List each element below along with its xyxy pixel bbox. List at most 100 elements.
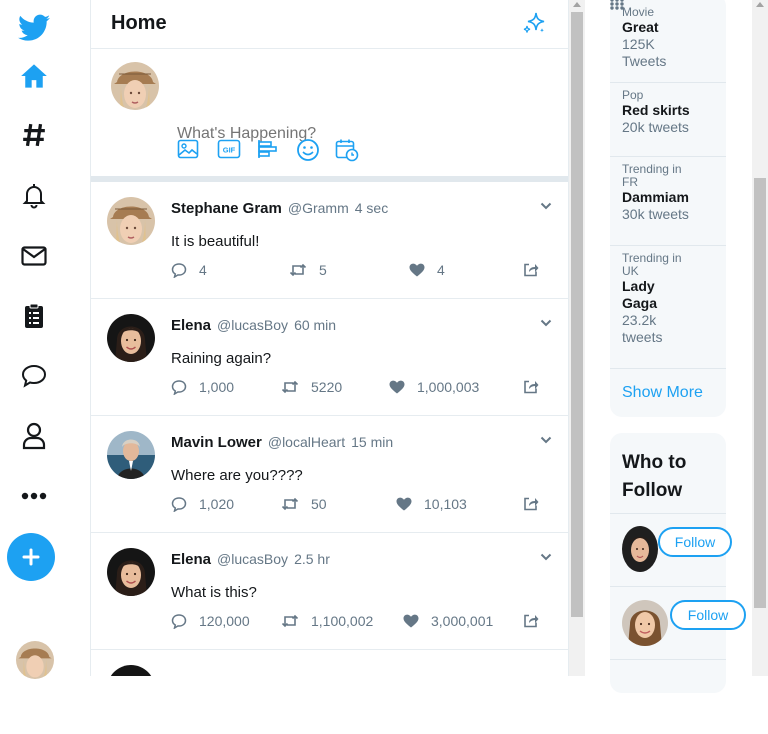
show-more-link[interactable]: Show More: [622, 384, 703, 402]
reply-icon: [171, 380, 187, 395]
page-title: Home: [111, 12, 167, 34]
reply-button[interactable]: 1,020: [171, 496, 234, 512]
like-button[interactable]: 10,103: [396, 496, 467, 512]
tweet[interactable]: Elena @lucasBoy 2.5 hr What is this? 120,000…: [91, 533, 568, 650]
reply-button[interactable]: 4: [171, 262, 207, 278]
avatar[interactable]: [107, 314, 155, 362]
message-icon[interactable]: [0, 356, 68, 396]
tweet-handle[interactable]: @lucasBoy: [217, 317, 288, 333]
gif-icon[interactable]: GIF: [217, 138, 241, 162]
reply-count: 1,020: [199, 496, 235, 512]
page-scrollbar-thumb[interactable]: [754, 178, 766, 608]
sparkle-icon[interactable]: [522, 10, 548, 36]
retweet-count: 5: [319, 262, 327, 278]
tweet-menu-button[interactable]: [540, 319, 552, 327]
trend-item[interactable]: Pop Red skirts 20k tweets: [610, 82, 726, 157]
tweet[interactable]: Stephane Gram @Gramm 4 sec It is beautiful!…: [91, 182, 568, 299]
tweet-header: Elena @lucasBoy 2.5 hr: [171, 551, 330, 568]
chevron-down-icon: [540, 319, 552, 327]
home-icon[interactable]: [0, 56, 68, 96]
trend-category: Pop: [622, 88, 644, 102]
more-icon[interactable]: [0, 476, 68, 516]
tweet-time: 4 sec: [354, 200, 389, 216]
trend-count: 20k tweets: [622, 119, 689, 135]
retweet-button[interactable]: 1,100,002: [281, 613, 373, 629]
poll-icon[interactable]: [257, 138, 281, 162]
like-count: 1,000,003: [417, 379, 480, 395]
avatar[interactable]: [16, 641, 54, 679]
like-button[interactable]: 3,000,001: [403, 613, 493, 629]
hashtag-icon[interactable]: [0, 115, 68, 155]
tweet[interactable]: Elena @lucasBoy 60 min Raining again? 1,000 5…: [91, 299, 568, 416]
reply-count: 1,000: [199, 379, 235, 395]
tweet-menu-button[interactable]: [540, 202, 552, 210]
chevron-down-icon: [540, 553, 552, 561]
retweet-button[interactable]: 50: [281, 496, 327, 512]
avatar[interactable]: [622, 600, 668, 646]
tweet-author[interactable]: Stephane Gram: [171, 200, 282, 217]
retweet-button[interactable]: 5220: [281, 379, 342, 395]
emoji-icon[interactable]: [296, 138, 320, 162]
follow-suggestion: Follow: [610, 513, 732, 588]
compose-tweet-button[interactable]: [7, 533, 55, 581]
avatar: [111, 62, 159, 110]
tweet-handle[interactable]: @localHeart: [268, 434, 345, 450]
follow-button[interactable]: Follow: [670, 600, 746, 630]
like-button[interactable]: 1,000,003: [389, 379, 479, 395]
avatar[interactable]: [107, 665, 155, 676]
retweet-count: 1,100,002: [311, 613, 374, 629]
reply-button[interactable]: 1,000: [171, 379, 234, 395]
like-button[interactable]: 4: [409, 262, 445, 278]
avatar[interactable]: [107, 548, 155, 596]
lists-icon[interactable]: [0, 296, 68, 336]
follow-button[interactable]: Follow: [658, 527, 732, 557]
scroll-up-arrow-icon[interactable]: [756, 2, 764, 7]
schedule-icon[interactable]: [335, 138, 359, 162]
avatar[interactable]: [107, 431, 155, 479]
reply-button[interactable]: 120,000: [171, 613, 250, 629]
tweet-author[interactable]: Elena: [171, 317, 211, 334]
profile-icon[interactable]: [0, 416, 68, 456]
image-icon[interactable]: [177, 138, 201, 162]
share-button[interactable]: [523, 613, 551, 628]
tweet-menu-button[interactable]: [540, 436, 552, 444]
share-icon: [524, 263, 539, 277]
tweet-menu-button[interactable]: [540, 553, 552, 561]
scroll-up-arrow-icon[interactable]: [573, 2, 581, 7]
tweet[interactable]: Mavin Lower @localHeart 15 min Where are yo…: [91, 416, 568, 533]
reply-count: 120,000: [199, 613, 250, 629]
share-icon: [524, 380, 539, 394]
retweet-icon: [289, 263, 307, 277]
trend-item[interactable]: Movie Great 125K Tweets: [610, 4, 726, 83]
twitter-logo-icon[interactable]: [0, 8, 68, 48]
trend-item[interactable]: Trending in FR Dammiam 30k tweets: [610, 156, 726, 246]
bell-icon[interactable]: [0, 176, 68, 216]
tweet-author[interactable]: Mavin Lower: [171, 434, 262, 451]
feed-scrollbar-thumb[interactable]: [571, 12, 583, 617]
share-button[interactable]: [523, 379, 551, 394]
mail-icon[interactable]: [0, 236, 68, 276]
tweet-time: 15 min: [351, 434, 394, 450]
retweet-count: 5220: [311, 379, 343, 395]
trend-category: Movie: [622, 5, 655, 19]
tweet-author[interactable]: Elena: [171, 551, 211, 568]
like-icon: [403, 614, 419, 628]
retweet-icon: [281, 497, 299, 511]
avatar[interactable]: [107, 197, 155, 245]
share-button[interactable]: [523, 262, 551, 277]
tweet[interactable]: [91, 650, 568, 676]
tweet-handle[interactable]: @lucasBoy: [217, 551, 288, 567]
trend-title: Red skirts: [622, 102, 690, 118]
share-button[interactable]: [523, 496, 551, 511]
tweet-handle[interactable]: @Gramm: [288, 200, 349, 216]
trend-count: 125K Tweets: [622, 36, 667, 69]
retweet-button[interactable]: 5: [289, 262, 327, 278]
trend-item[interactable]: Trending in UK Lady Gaga 23.2k tweets: [610, 245, 726, 369]
share-icon: [524, 614, 539, 628]
follow-suggestion: Follow: [610, 586, 746, 661]
svg-text:GIF: GIF: [223, 146, 236, 155]
avatar[interactable]: [622, 526, 658, 572]
feed-header: Home: [91, 0, 568, 49]
reply-icon: [171, 614, 187, 629]
tweet-header: Mavin Lower @localHeart 15 min: [171, 434, 393, 451]
